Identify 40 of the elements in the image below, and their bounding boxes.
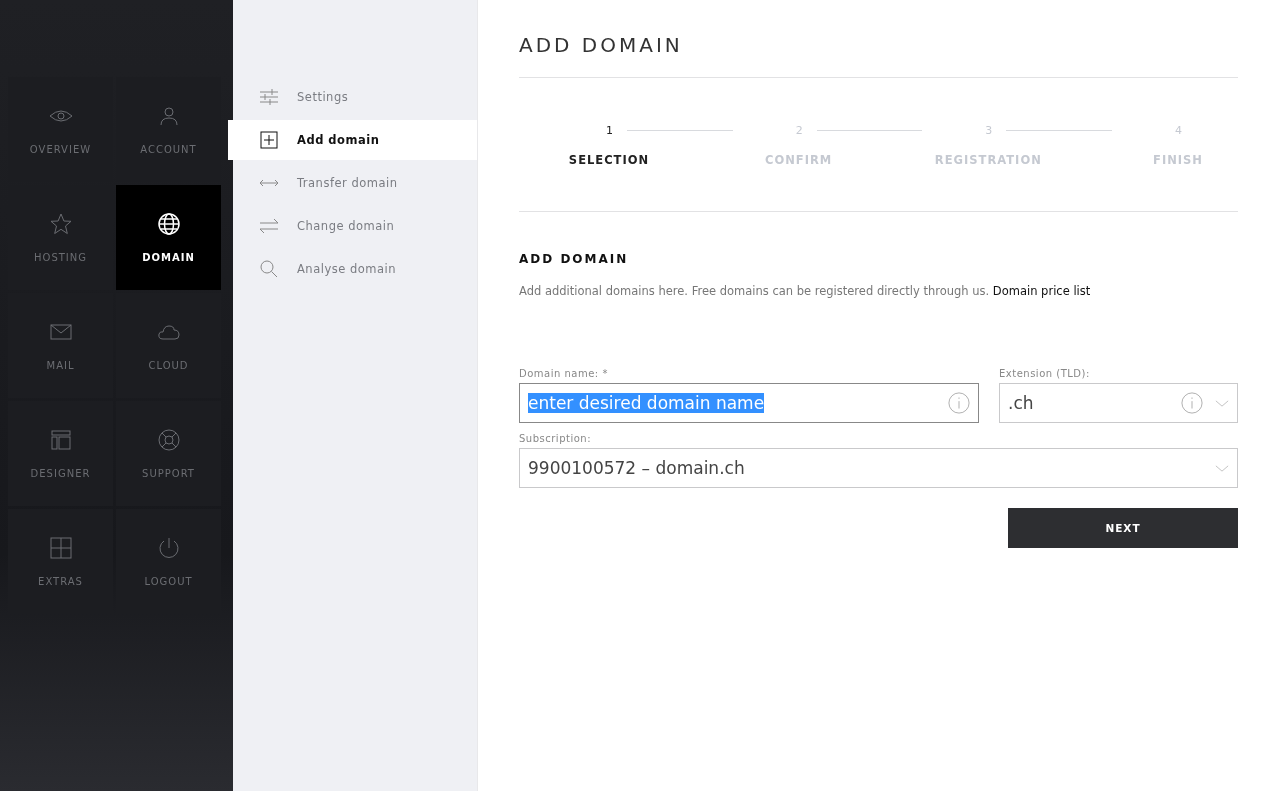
power-icon xyxy=(156,536,181,560)
plus-box-icon xyxy=(259,130,279,150)
step-label: CONFIRM xyxy=(764,153,834,167)
star-icon xyxy=(48,212,73,236)
extension-dropdown[interactable]: .ch xyxy=(999,383,1238,423)
search-icon xyxy=(259,259,279,279)
step-number: 3 xyxy=(985,124,993,137)
info-icon[interactable] xyxy=(1181,392,1203,414)
nav-tile[interactable]: DOMAIN xyxy=(116,185,221,290)
chevron-down-icon xyxy=(1215,398,1229,408)
globe-icon xyxy=(156,212,181,236)
step-label: SELECTION xyxy=(567,153,651,167)
step-number: 2 xyxy=(795,124,803,137)
lifebuoy-icon xyxy=(156,428,181,452)
step-number: 1 xyxy=(606,124,613,137)
section-title: ADD DOMAIN xyxy=(519,252,630,266)
subscription-dropdown[interactable]: 9900100572 – domain.ch xyxy=(519,448,1238,488)
plus-box-icon xyxy=(48,536,73,560)
page-title: ADD DOMAIN xyxy=(519,0,1238,78)
field-label: Extension (TLD): xyxy=(999,368,1091,379)
step-label: FINISH xyxy=(1152,153,1204,167)
submenu-item[interactable]: Add domain xyxy=(228,120,477,160)
swap-arrows-icon xyxy=(259,216,279,236)
step-number: 4 xyxy=(1175,124,1182,137)
next-button[interactable]: NEXT xyxy=(1008,508,1238,548)
submenu-item[interactable]: Analyse domain xyxy=(233,249,477,289)
info-icon[interactable] xyxy=(948,392,970,414)
intro-text: Add additional domains here. Free domains can be registered directly through us. xyxy=(519,284,990,298)
sliders-icon xyxy=(259,87,279,107)
submenu-item[interactable]: Settings xyxy=(233,77,477,117)
price-list-link[interactable]: Domain price list xyxy=(992,284,1091,298)
domain-name-field[interactable]: enter desired domain name xyxy=(519,383,979,423)
step-label: REGISTRATION xyxy=(933,153,1043,167)
submenu-item[interactable]: Transfer domain xyxy=(233,163,477,203)
domain-name-value: enter desired domain name xyxy=(528,393,765,413)
field-label: Subscription: xyxy=(519,433,592,444)
layout-icon xyxy=(48,428,73,452)
chevron-down-icon xyxy=(1215,463,1229,473)
field-label: Domain name: * xyxy=(519,368,609,379)
submenu-item[interactable]: Change domain xyxy=(233,206,477,246)
